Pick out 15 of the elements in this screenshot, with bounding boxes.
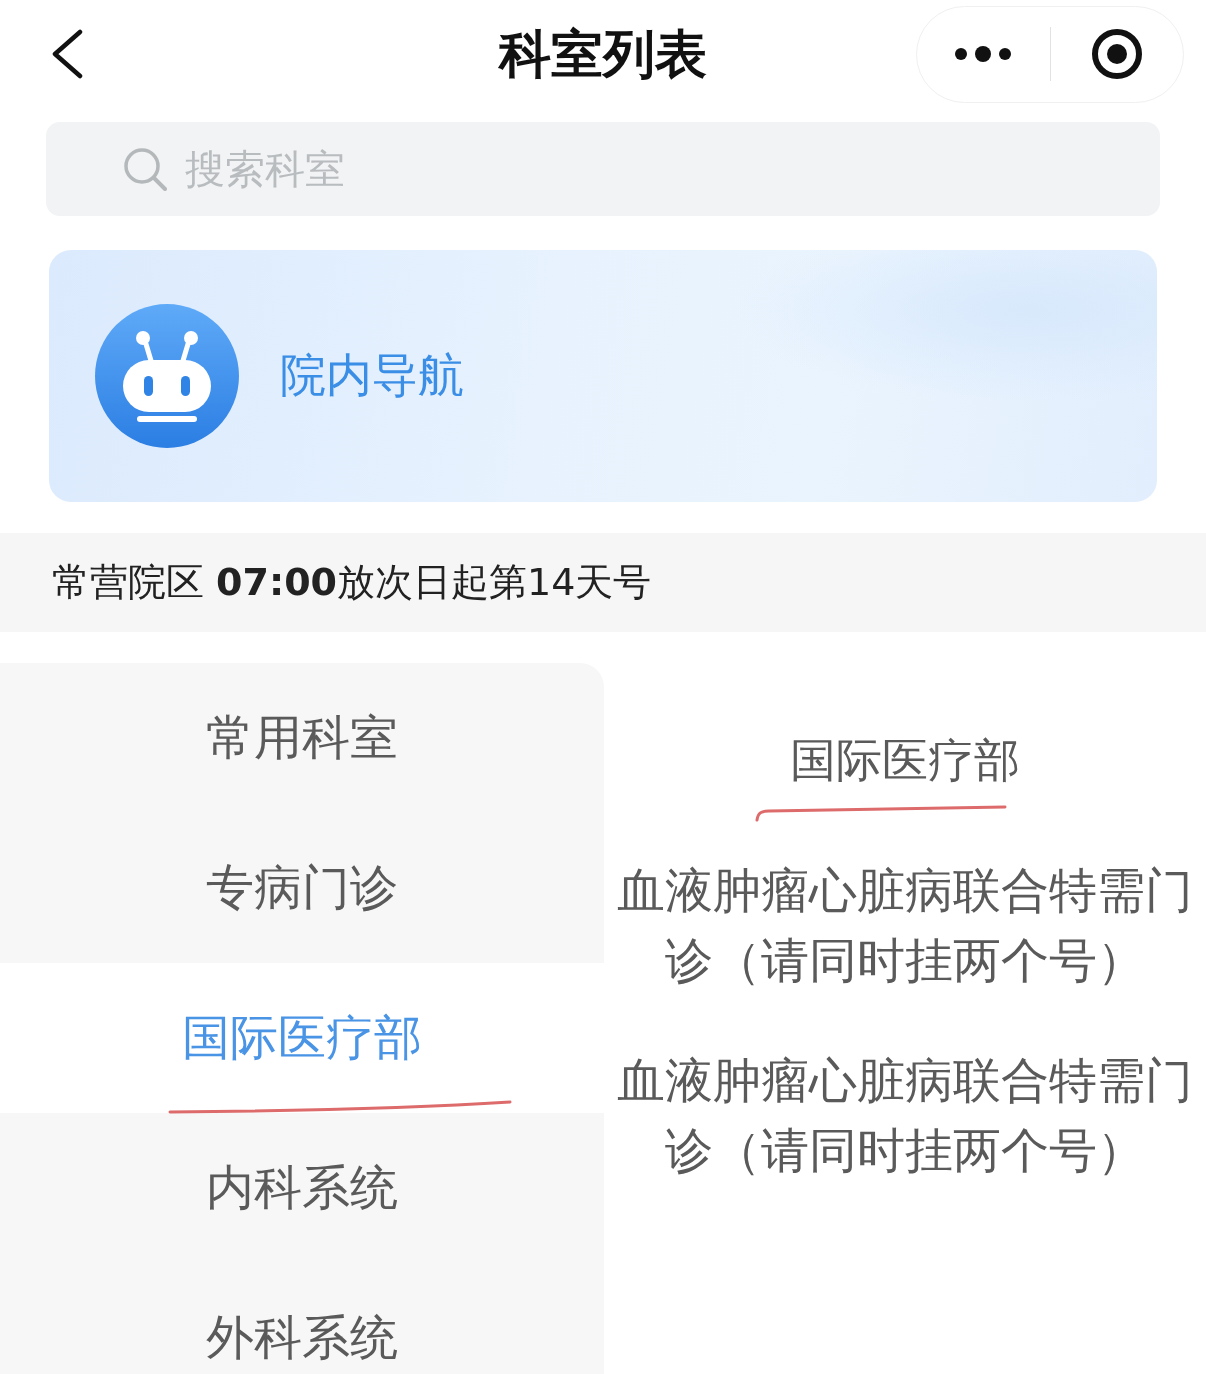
search-icon [123,147,167,191]
schedule-notice: 常营院区 07:00放次日起第14天号 [52,559,652,606]
department-item[interactable]: 血液肿瘤心脏病联合特需门诊（请同时挂两个号） [608,1020,1202,1210]
sidebar-item[interactable]: 专病门诊 [0,813,604,963]
sidebar-item[interactable]: 内科系统 [0,1113,604,1263]
search-field[interactable]: 搜索科室 [46,122,1160,216]
sidebar-item[interactable]: 外科系统 [0,1263,604,1374]
more-icon[interactable] [954,46,1012,62]
section-heading: 国际医疗部 [790,732,1020,789]
sidebar-item[interactable]: 常用科室 [0,663,604,813]
target-icon[interactable] [1091,28,1143,80]
page-title: 科室列表 [499,23,707,86]
robot-icon [95,304,239,448]
back-icon[interactable] [50,29,84,79]
department-item[interactable]: 血液肿瘤心脏病联合特需门诊（请同时挂两个号） [608,830,1202,1020]
